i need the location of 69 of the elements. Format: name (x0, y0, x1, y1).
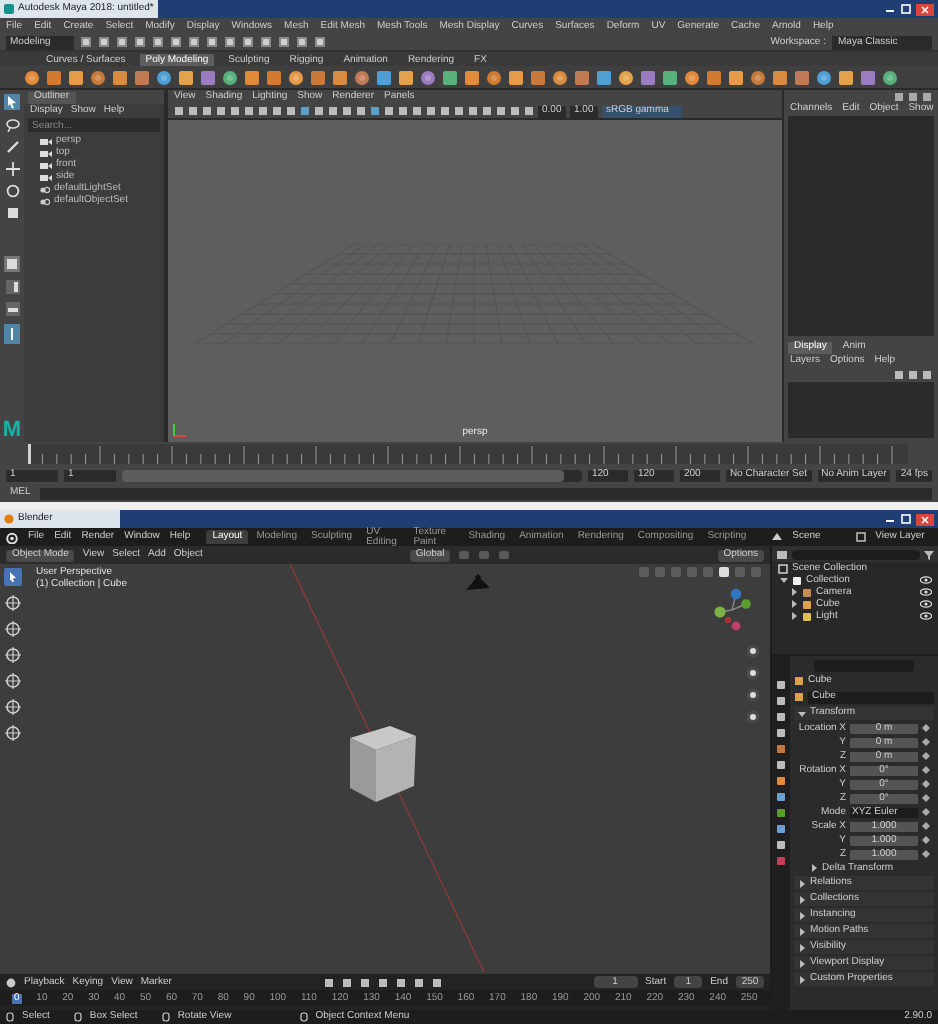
mesh-icon (802, 599, 812, 609)
scale-icon[interactable] (5, 206, 19, 220)
cube-drawing (346, 726, 418, 802)
timeline-editor-icon[interactable] (6, 977, 16, 987)
move-icon[interactable] (5, 162, 19, 176)
eye-icon[interactable] (920, 600, 932, 608)
collapsed-arrow-icon[interactable] (798, 911, 806, 919)
tool-icon[interactable] (4, 724, 22, 742)
command-line-field[interactable] (40, 487, 932, 499)
scene-icon[interactable] (772, 532, 783, 542)
collapsed-arrow-icon[interactable] (798, 927, 806, 935)
tool-icon[interactable] (4, 698, 22, 716)
eye-icon[interactable] (920, 612, 932, 620)
blender-logo-icon[interactable] (6, 531, 18, 543)
camera-icon (40, 161, 52, 169)
expanded-arrow-icon[interactable] (798, 709, 806, 717)
maya-logo: M (2, 420, 22, 442)
mouse-icon (6, 1012, 14, 1022)
layout-icon[interactable] (5, 280, 19, 294)
collapsed-arrow-icon[interactable] (798, 959, 806, 967)
camera-icon (40, 173, 52, 181)
app-icon (4, 4, 14, 14)
maximize-icon[interactable] (900, 514, 912, 524)
maximize-icon[interactable] (900, 4, 912, 14)
arrow-icon[interactable] (4, 94, 20, 110)
collapsed-arrow-icon[interactable] (810, 864, 818, 872)
collapsed-arrow-icon[interactable] (790, 588, 798, 596)
collapsed-arrow-icon[interactable] (790, 612, 798, 620)
expanded-arrow-icon[interactable] (780, 576, 788, 584)
lasso-icon[interactable] (5, 118, 19, 132)
minimize-icon[interactable] (884, 514, 896, 524)
collapsed-arrow-icon[interactable] (798, 895, 806, 903)
camera-drawing (466, 574, 490, 590)
display-mode-icon[interactable] (776, 549, 788, 559)
layout-icon[interactable] (5, 302, 19, 316)
layout-icon[interactable] (4, 256, 20, 272)
minimize-icon[interactable] (884, 4, 896, 14)
time-slider-drawing[interactable] (28, 444, 908, 464)
rotate-icon[interactable] (5, 184, 19, 198)
collection-icon (792, 575, 802, 585)
collapsed-arrow-icon[interactable] (798, 943, 806, 951)
axis-icon (172, 422, 188, 438)
tool-icon[interactable] (4, 646, 22, 664)
collapsed-arrow-icon[interactable] (798, 975, 806, 983)
close-icon[interactable] (916, 513, 934, 525)
collapsed-arrow-icon[interactable] (790, 600, 798, 608)
mouse-icon (73, 1012, 82, 1022)
tool-icon[interactable] (4, 594, 22, 612)
tool-icon[interactable] (4, 672, 22, 690)
mouse-icon (299, 1012, 308, 1022)
scene-collection-icon (778, 563, 788, 573)
select-box-icon[interactable] (4, 568, 22, 586)
eye-icon[interactable] (920, 576, 932, 584)
app-icon (4, 514, 14, 524)
close-icon[interactable] (916, 3, 934, 15)
camera-icon (40, 149, 52, 157)
tool-icon[interactable] (4, 620, 22, 638)
set-icon (40, 185, 50, 193)
camera-icon (40, 137, 52, 145)
eye-icon[interactable] (920, 588, 932, 596)
collapsed-arrow-icon[interactable] (798, 879, 806, 887)
camera-icon (802, 587, 812, 597)
brush-icon[interactable] (5, 140, 19, 154)
mouse-icon (161, 1012, 170, 1022)
set-icon (40, 197, 50, 205)
light-icon (802, 611, 812, 621)
layout-icon[interactable] (4, 324, 20, 344)
axis-gizmo-drawing[interactable] (710, 586, 754, 634)
view-layer-icon[interactable] (855, 532, 866, 542)
